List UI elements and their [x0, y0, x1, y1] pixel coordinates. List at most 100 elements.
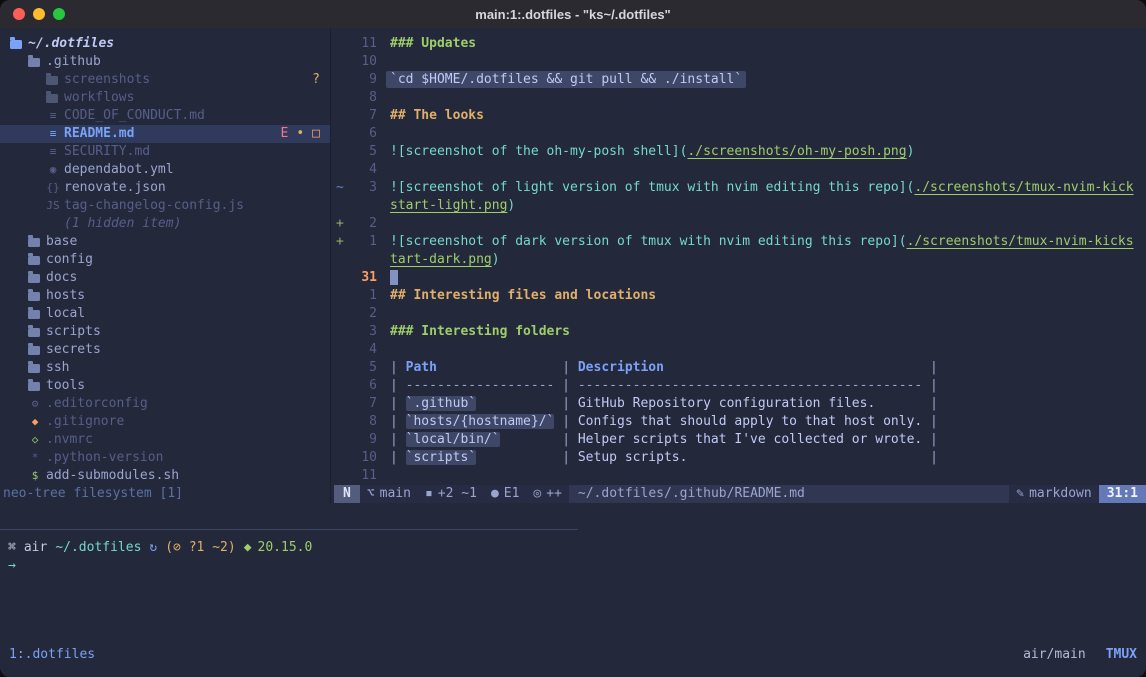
editor-line[interactable]: 9`cd $HOME/.dotfiles && git pull && ./in… — [331, 71, 1146, 89]
tree-item-dependabot-yml[interactable]: ◉dependabot.yml — [0, 161, 330, 179]
tree-item-secrets[interactable]: secrets — [0, 341, 330, 359]
editor-line[interactable]: +2 — [331, 215, 1146, 233]
tree-item-security-md[interactable]: ≡SECURITY.md — [0, 143, 330, 161]
editor-line[interactable]: 3### Interesting folders — [331, 323, 1146, 341]
text-segment: Description — [578, 360, 664, 375]
line-text — [384, 89, 390, 107]
tmux-pane-border[interactable] — [0, 529, 578, 530]
status-row: neo-tree filesystem [1] N ⌥ main ▪ +2 ~1… — [0, 485, 1146, 503]
tree-item-workflows[interactable]: workflows — [0, 89, 330, 107]
mode-indicator: N — [334, 485, 360, 503]
editor-line[interactable]: 4 — [331, 161, 1146, 179]
text-segment: `local/bin/` — [406, 432, 500, 447]
editor-line[interactable]: 2 — [331, 305, 1146, 323]
tree-item-local[interactable]: local — [0, 305, 330, 323]
gutter-sign — [331, 323, 349, 341]
editor-line[interactable]: 31 — [331, 269, 1146, 287]
gutter-sign — [331, 71, 349, 89]
editor-line[interactable]: 8 — [331, 89, 1146, 107]
diff-icon: ▪ — [425, 485, 433, 503]
editor-line[interactable]: 8| `hosts/{hostname}/` | Configs that sh… — [331, 413, 1146, 431]
prompt-cwd: ~/.dotfiles — [55, 539, 141, 557]
tree-item-label: tag-changelog-config.js — [64, 197, 244, 215]
line-number: 1 — [349, 287, 384, 305]
text-segment: | — [875, 396, 938, 411]
editor-line[interactable]: 10| `scripts` | Setup scripts. | — [331, 449, 1146, 467]
gutter-sign — [331, 359, 349, 377]
close-button[interactable] — [13, 8, 25, 20]
tree-item-1-hidden-item[interactable]: (1 hidden item) — [0, 215, 330, 233]
editor-line[interactable]: 5| Path | Description | — [331, 359, 1146, 377]
text-segment: Configs that should apply to that host o… — [578, 414, 922, 429]
tree-item-editorconfig[interactable]: ⚙.editorconfig — [0, 395, 330, 413]
editor-line[interactable]: 6| ------------------- | ---------------… — [331, 377, 1146, 395]
extra-icon: ◎ — [533, 485, 541, 503]
editor-line[interactable]: 11### Updates — [331, 35, 1146, 53]
tree-item-code-of-conduct-md[interactable]: ≡CODE_OF_CONDUCT.md — [0, 107, 330, 125]
tree-item-readme-md[interactable]: ≡README.mdE•□ — [0, 125, 330, 143]
folder-open-icon — [28, 58, 40, 67]
tree-item-ssh[interactable]: ssh — [0, 359, 330, 377]
folder-icon — [46, 76, 58, 85]
zoom-button[interactable] — [53, 8, 65, 20]
text-segment: ![screenshot of the oh-my-posh shell]( — [390, 144, 687, 159]
gutter-sign — [331, 269, 349, 287]
tree-item-config[interactable]: config — [0, 251, 330, 269]
line-number: 5 — [349, 359, 384, 377]
minimize-button[interactable] — [33, 8, 45, 20]
js-icon: JS — [46, 197, 60, 215]
tree-item-screenshots[interactable]: screenshots? — [0, 71, 330, 89]
tree-item-add-submodules-sh[interactable]: $add-submodules.sh — [0, 467, 330, 485]
tree-item-gitignore[interactable]: ◆.gitignore — [0, 413, 330, 431]
extra-status: ◎ ++ — [526, 485, 568, 503]
line-number — [349, 251, 384, 269]
text-segment: Helper scripts that I've collected or wr… — [578, 432, 922, 447]
extra-text: ++ — [546, 485, 562, 503]
tree-item-nvmrc[interactable]: ◇.nvmrc — [0, 431, 330, 449]
folder-icon — [46, 94, 58, 103]
git-refresh-icon: ↻ — [149, 539, 157, 557]
tree-item-scripts[interactable]: scripts — [0, 323, 330, 341]
tree-item-dotfiles[interactable]: ~/.dotfiles — [0, 35, 330, 53]
text-segment: | — [390, 450, 406, 465]
editor-line[interactable]: 7| `.github` | GitHub Repository configu… — [331, 395, 1146, 413]
editor-line[interactable]: 5![screenshot of the oh-my-posh shell](.… — [331, 143, 1146, 161]
folder-icon — [28, 382, 40, 391]
editor-line[interactable]: +1![screenshot of dark version of tmux w… — [331, 233, 1146, 251]
editor-pane[interactable]: 11### Updates109`cd $HOME/.dotfiles && g… — [331, 35, 1146, 485]
editor-line[interactable]: tart-dark.png) — [331, 251, 1146, 269]
tree-item-label: .python-version — [46, 449, 163, 467]
editor-line[interactable]: 7## The looks — [331, 107, 1146, 125]
git-icon: ◆ — [28, 413, 42, 431]
tree-item-renovate-json[interactable]: {}renovate.json — [0, 179, 330, 197]
folder-open-icon — [10, 40, 22, 49]
tree-item-hosts[interactable]: hosts — [0, 287, 330, 305]
tree-item-github[interactable]: .github — [0, 53, 330, 71]
gutter-sign — [331, 107, 349, 125]
tree-item-docs[interactable]: docs — [0, 269, 330, 287]
editor-line[interactable]: 4 — [331, 341, 1146, 359]
tree-item-base[interactable]: base — [0, 233, 330, 251]
line-text — [384, 305, 390, 323]
md-icon: ≡ — [46, 125, 60, 143]
gutter-sign — [331, 35, 349, 53]
shell-input-line[interactable]: → — [8, 557, 16, 575]
editor-line[interactable]: 11 — [331, 467, 1146, 485]
editor-line[interactable]: 9| `local/bin/` | Helper scripts that I'… — [331, 431, 1146, 449]
editor-line[interactable]: 6 — [331, 125, 1146, 143]
tree-item-python-version[interactable]: *.python-version — [0, 449, 330, 467]
tree-item-tools[interactable]: tools — [0, 377, 330, 395]
editor-line[interactable]: 1## Interesting files and locations — [331, 287, 1146, 305]
editor-line[interactable]: 10 — [331, 53, 1146, 71]
text-segment: | — [437, 360, 578, 375]
tree-item-label: dependabot.yml — [64, 161, 174, 179]
status-marks: ? — [312, 71, 330, 89]
editor-line[interactable]: start-light.png) — [331, 197, 1146, 215]
tree-item-tag-changelog-config-js[interactable]: JStag-changelog-config.js — [0, 197, 330, 215]
line-number: 8 — [349, 89, 384, 107]
editor-line[interactable]: ~3![screenshot of light version of tmux … — [331, 179, 1146, 197]
tmux-label: TMUX — [1106, 646, 1137, 664]
node-icon: ◆ — [244, 539, 252, 557]
tmux-window-item[interactable]: 1:.dotfiles — [9, 646, 95, 664]
text-segment: ) — [507, 198, 515, 213]
